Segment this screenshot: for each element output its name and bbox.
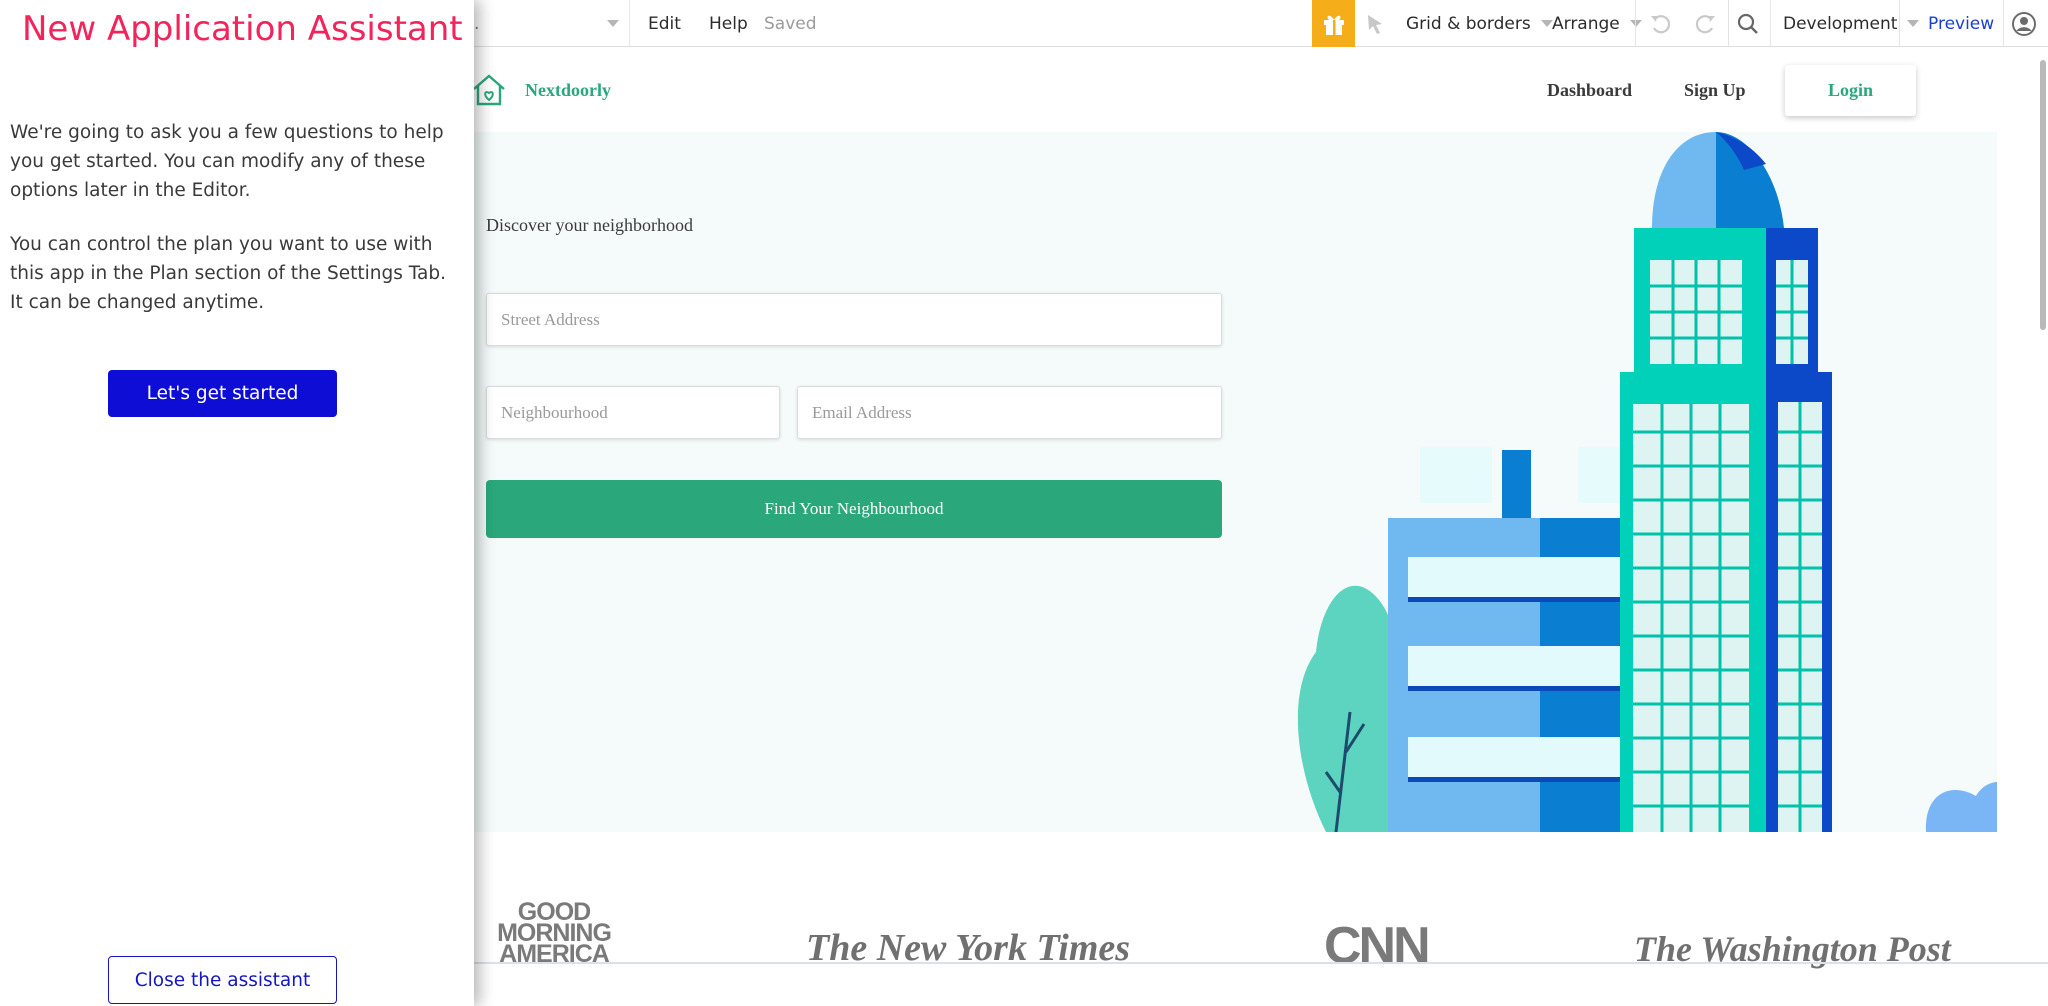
help-menu[interactable]: Help [709, 0, 748, 47]
redo-icon [1695, 14, 1715, 33]
canvas-scrollbar[interactable] [2040, 60, 2046, 330]
find-neighbourhood-button[interactable]: Find Your Neighbourhood [486, 480, 1222, 538]
city-buildings-illustration [1297, 132, 1997, 832]
get-started-button[interactable]: Let's get started [108, 370, 337, 417]
user-account-icon [2012, 11, 2036, 36]
good-morning-america-logo: GOOD MORNING AMERICA [484, 900, 624, 967]
grid-borders-menu[interactable]: Grid & borders [1406, 0, 1553, 47]
site-header: Nextdoorly Dashboard Sign Up Login [474, 47, 1997, 132]
arrange-label: Arrange [1552, 13, 1620, 34]
edit-menu[interactable]: Edit [648, 0, 681, 47]
page-dot: . [474, 13, 480, 34]
development-label: Development [1783, 13, 1898, 34]
pointer-tool-button[interactable] [1364, 0, 1388, 47]
gift-button[interactable] [1312, 0, 1355, 47]
gift-icon [1323, 15, 1344, 35]
assistant-intro-text: We're going to ask you a few questions t… [10, 122, 444, 201]
email-address-input[interactable] [797, 386, 1222, 439]
page-selector-dropdown[interactable]: . [474, 0, 620, 47]
nav-signup-link[interactable]: Sign Up [1684, 80, 1746, 101]
street-address-input[interactable] [486, 293, 1222, 346]
search-button[interactable] [1736, 0, 1760, 47]
grid-borders-label: Grid & borders [1406, 13, 1531, 34]
arrange-menu[interactable]: Arrange [1552, 0, 1642, 47]
account-button[interactable] [2012, 0, 2036, 47]
assistant-title: New Application Assistant [22, 9, 463, 49]
editor-canvas: Nextdoorly Dashboard Sign Up Login Disco… [474, 47, 2048, 1006]
login-button[interactable]: Login [1785, 65, 1916, 116]
assistant-plan-text: You can control the plan you want to use… [10, 234, 446, 313]
cursor-arrow-icon [1368, 14, 1382, 34]
nav-dashboard-link[interactable]: Dashboard [1547, 80, 1632, 101]
search-icon [1737, 13, 1758, 34]
hero-tagline: Discover your neighborhood [486, 215, 693, 235]
neighbourhood-input[interactable] [486, 386, 780, 439]
saved-status: Saved [764, 13, 817, 34]
chevron-down-icon [1540, 20, 1553, 27]
press-logos-row: GOOD MORNING AMERICA The New York Times … [474, 900, 2048, 1006]
cnn-logo: CNN [1324, 917, 1431, 975]
chevron-down-icon [1907, 20, 1920, 27]
redo-button[interactable] [1692, 0, 1718, 47]
assistant-panel: New Application Assistant We're going to… [0, 0, 474, 1006]
undo-icon [1651, 14, 1671, 33]
house-heart-icon [474, 74, 505, 106]
preview-link[interactable]: Preview [1928, 0, 1994, 47]
hero-section: Discover your neighborhood Find Your Nei… [474, 132, 1997, 832]
section-divider [474, 962, 2048, 964]
brand-name[interactable]: Nextdoorly [525, 80, 611, 101]
undo-button[interactable] [1648, 0, 1674, 47]
chevron-down-icon [607, 20, 620, 27]
close-assistant-button[interactable]: Close the assistant [108, 956, 337, 1004]
